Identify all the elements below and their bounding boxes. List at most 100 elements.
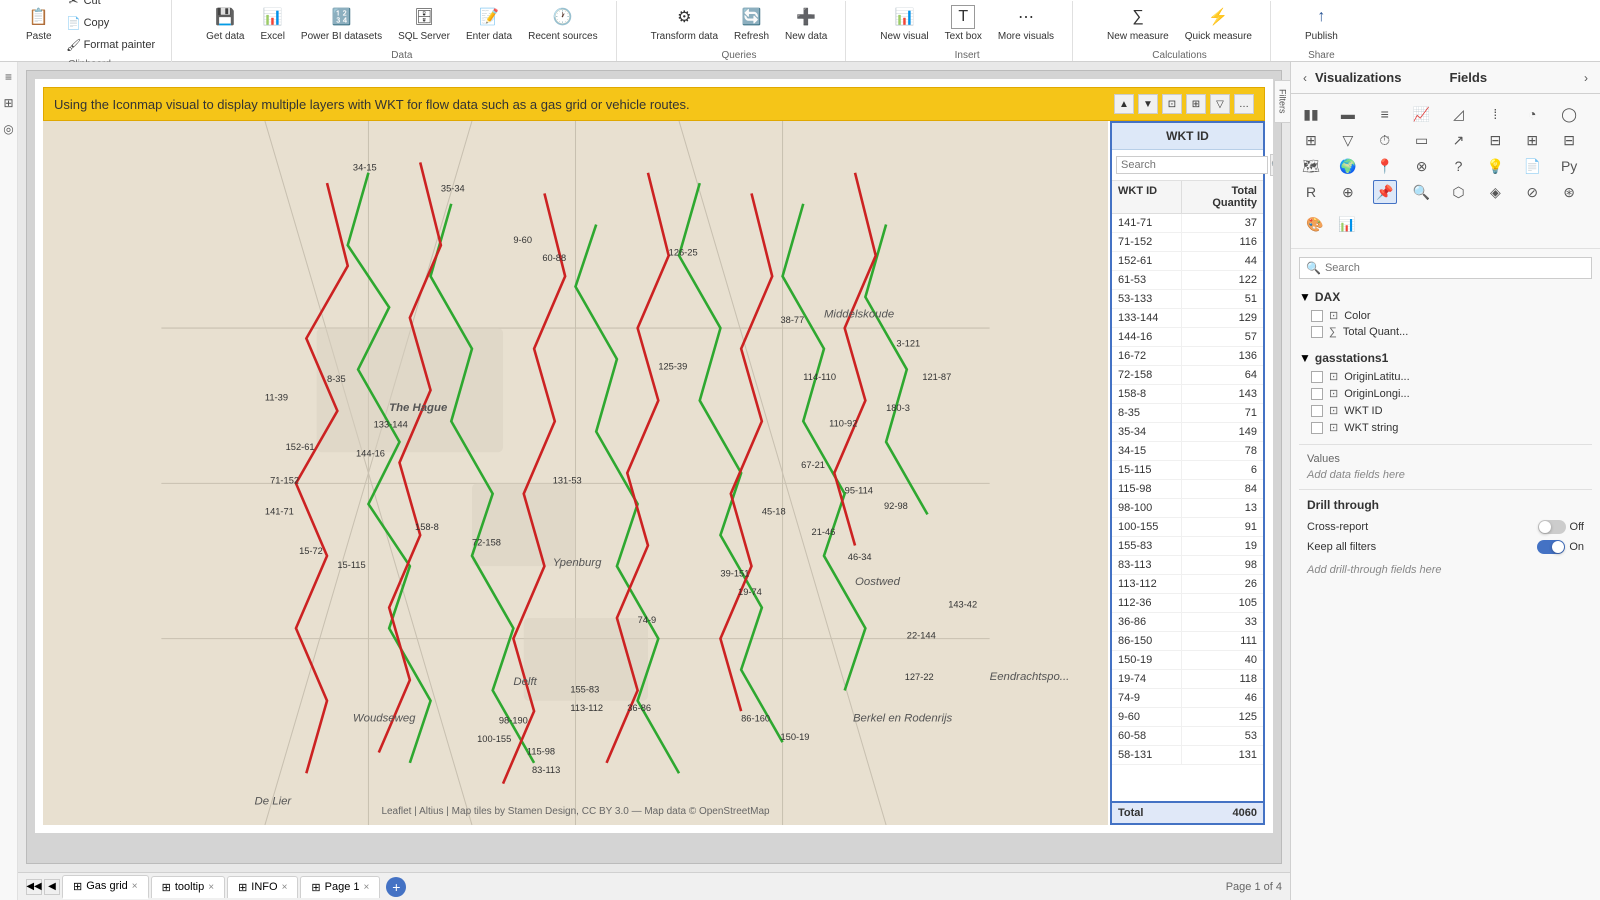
viz-analytics-icon[interactable]: 📊 bbox=[1333, 210, 1361, 238]
wkt-table-row[interactable]: 8-35 71 bbox=[1112, 404, 1263, 423]
enter-data-button[interactable]: 📝 Enter data bbox=[460, 1, 518, 46]
field-origin-lon-checkbox[interactable] bbox=[1311, 388, 1323, 400]
wkt-table-row[interactable]: 155-83 19 bbox=[1112, 537, 1263, 556]
wkt-table-row[interactable]: 133-144 129 bbox=[1112, 309, 1263, 328]
tab-page1[interactable]: ⊞ Page 1 × bbox=[300, 876, 380, 898]
viz-custom4-icon[interactable]: ⊘ bbox=[1520, 180, 1544, 204]
viz-table-icon[interactable]: ⊞ bbox=[1520, 128, 1544, 152]
field-color[interactable]: ⊡ Color bbox=[1299, 307, 1592, 324]
viz-smart-icon[interactable]: 💡 bbox=[1483, 154, 1507, 178]
recent-sources-button[interactable]: 🕐 Recent sources bbox=[522, 1, 603, 46]
viz-donut-icon[interactable]: ◯ bbox=[1557, 102, 1581, 126]
wkt-table-row[interactable]: 152-61 44 bbox=[1112, 252, 1263, 271]
sidebar-icon-1[interactable]: ≡ bbox=[5, 70, 12, 84]
wkt-table-row[interactable]: 53-133 51 bbox=[1112, 290, 1263, 309]
wkt-table-row[interactable]: 83-113 98 bbox=[1112, 556, 1263, 575]
field-wkt-id-checkbox[interactable] bbox=[1311, 405, 1323, 417]
wkt-table-row[interactable]: 141-71 37 bbox=[1112, 214, 1263, 233]
tab-tooltip-close[interactable]: × bbox=[208, 882, 214, 893]
fields-group-gasstations-header[interactable]: ▼ gasstations1 bbox=[1299, 348, 1592, 368]
viz-azure-map-icon[interactable]: 📍 bbox=[1373, 154, 1397, 178]
field-total-quant-checkbox[interactable] bbox=[1311, 326, 1323, 338]
viz-qa-icon[interactable]: ? bbox=[1447, 154, 1471, 178]
wkt-table-row[interactable]: 98-100 13 bbox=[1112, 499, 1263, 518]
field-origin-lat[interactable]: ⊡ OriginLatitu... bbox=[1299, 368, 1592, 385]
viz-gauge-icon[interactable]: ⏱ bbox=[1373, 128, 1397, 152]
field-wkt-string-checkbox[interactable] bbox=[1311, 422, 1323, 434]
wkt-table-row[interactable]: 71-152 116 bbox=[1112, 233, 1263, 252]
sql-server-button[interactable]: 🗄 SQL Server bbox=[392, 1, 456, 46]
wkt-search-button[interactable]: 🔍 bbox=[1270, 154, 1273, 176]
filters-toggle[interactable]: Filters bbox=[1274, 80, 1290, 123]
wkt-search-input[interactable] bbox=[1116, 156, 1268, 174]
wkt-table-row[interactable]: 36-86 33 bbox=[1112, 613, 1263, 632]
viz-matrix-icon[interactable]: ⊟ bbox=[1557, 128, 1581, 152]
more-visuals-button[interactable]: ⋯ More visuals bbox=[992, 1, 1060, 46]
wkt-table-row[interactable]: 60-58 53 bbox=[1112, 727, 1263, 746]
wkt-table-row[interactable]: 86-150 111 bbox=[1112, 632, 1263, 651]
cross-report-toggle-track[interactable] bbox=[1538, 520, 1566, 534]
viz-stacked-bar-icon[interactable]: ▬ bbox=[1336, 102, 1360, 126]
copy-button[interactable]: 📄 Copy bbox=[62, 13, 160, 33]
tab-info-close[interactable]: × bbox=[282, 882, 288, 893]
nav-prev-button[interactable]: ◀ bbox=[44, 879, 60, 895]
viz-python-icon[interactable]: Py bbox=[1557, 154, 1581, 178]
map-option2-button[interactable]: ⊞ bbox=[1186, 94, 1206, 114]
viz-pie-chart-icon[interactable]: ◔ bbox=[1520, 102, 1544, 126]
viz-slicer-icon[interactable]: ⊟ bbox=[1483, 128, 1507, 152]
viz-r-icon[interactable]: R bbox=[1299, 180, 1323, 204]
fields-search-input[interactable] bbox=[1325, 262, 1585, 274]
viz-iconmap-icon[interactable]: 📌 bbox=[1373, 180, 1397, 204]
viz-map-icon[interactable]: 🗺 bbox=[1299, 154, 1323, 178]
viz-kpi-icon[interactable]: ↗ bbox=[1447, 128, 1471, 152]
map-down-button[interactable]: ▼ bbox=[1138, 94, 1158, 114]
wkt-table-row[interactable]: 72-158 64 bbox=[1112, 366, 1263, 385]
wkt-table-row[interactable]: 74-9 46 bbox=[1112, 689, 1263, 708]
wkt-table-row[interactable]: 100-155 91 bbox=[1112, 518, 1263, 537]
viz-bar-chart-icon[interactable]: ▮▮ bbox=[1299, 102, 1323, 126]
field-wkt-string[interactable]: ⊡ WKT string bbox=[1299, 419, 1592, 436]
viz-custom3-icon[interactable]: ◈ bbox=[1483, 180, 1507, 204]
tab-gas-grid-close[interactable]: × bbox=[132, 881, 138, 892]
wkt-table-row[interactable]: 61-53 122 bbox=[1112, 271, 1263, 290]
collapse-panel-button[interactable]: ‹ bbox=[1303, 71, 1307, 85]
viz-custom1-icon[interactable]: ⊕ bbox=[1336, 180, 1360, 204]
wkt-table-row[interactable]: 16-72 136 bbox=[1112, 347, 1263, 366]
wkt-table-row[interactable]: 19-74 118 bbox=[1112, 670, 1263, 689]
wkt-table-row[interactable]: 113-112 26 bbox=[1112, 575, 1263, 594]
viz-line-chart-icon[interactable]: 📈 bbox=[1410, 102, 1434, 126]
viz-format-icon[interactable]: 🎨 bbox=[1301, 210, 1329, 238]
cut-button[interactable]: ✂ Cut bbox=[62, 0, 160, 11]
keep-all-filters-toggle-track[interactable] bbox=[1537, 540, 1565, 554]
text-box-button[interactable]: T Text box bbox=[939, 1, 988, 46]
paste-button[interactable]: 📋 Paste bbox=[20, 1, 58, 46]
tab-tooltip[interactable]: ⊞ tooltip × bbox=[151, 876, 225, 898]
drill-add-text[interactable]: Add drill-through fields here bbox=[1307, 560, 1584, 580]
wkt-table-row[interactable]: 150-19 40 bbox=[1112, 651, 1263, 670]
tab-gas-grid[interactable]: ⊞ Gas grid × bbox=[62, 875, 149, 899]
wkt-table-row[interactable]: 15-115 6 bbox=[1112, 461, 1263, 480]
map-more-button[interactable]: … bbox=[1234, 94, 1254, 114]
sidebar-icon-3[interactable]: ◎ bbox=[3, 122, 13, 136]
wkt-table-row[interactable]: 35-34 149 bbox=[1112, 423, 1263, 442]
viz-filled-map-icon[interactable]: 🌍 bbox=[1336, 154, 1360, 178]
add-page-button[interactable]: + bbox=[386, 877, 406, 897]
viz-custom5-icon[interactable]: ⊛ bbox=[1557, 180, 1581, 204]
viz-custom2-icon[interactable]: ⬡ bbox=[1447, 180, 1471, 204]
get-data-button[interactable]: 💾 Get data bbox=[200, 1, 250, 46]
quick-measure-button[interactable]: ⚡ Quick measure bbox=[1179, 1, 1258, 46]
excel-button[interactable]: 📊 Excel bbox=[254, 1, 290, 46]
fields-group-dax-header[interactable]: ▼ DAX bbox=[1299, 287, 1592, 307]
wkt-table-row[interactable]: 158-8 143 bbox=[1112, 385, 1263, 404]
new-visual-button[interactable]: 📊 New visual bbox=[874, 1, 934, 46]
wkt-table-row[interactable]: 34-15 78 bbox=[1112, 442, 1263, 461]
transform-button[interactable]: ⚙ Transform data bbox=[645, 1, 724, 46]
tab-page1-close[interactable]: × bbox=[364, 882, 370, 893]
expand-panel-button[interactable]: › bbox=[1584, 71, 1588, 85]
viz-decomp-icon[interactable]: ⊗ bbox=[1410, 154, 1434, 178]
format-painter-button[interactable]: 🖌 Format painter bbox=[62, 35, 160, 55]
field-total-quant[interactable]: ∑ Total Quant... bbox=[1299, 324, 1592, 340]
cross-report-toggle[interactable]: Off bbox=[1538, 520, 1584, 534]
field-wkt-id[interactable]: ⊡ WKT ID bbox=[1299, 402, 1592, 419]
wkt-table-row[interactable]: 112-36 105 bbox=[1112, 594, 1263, 613]
